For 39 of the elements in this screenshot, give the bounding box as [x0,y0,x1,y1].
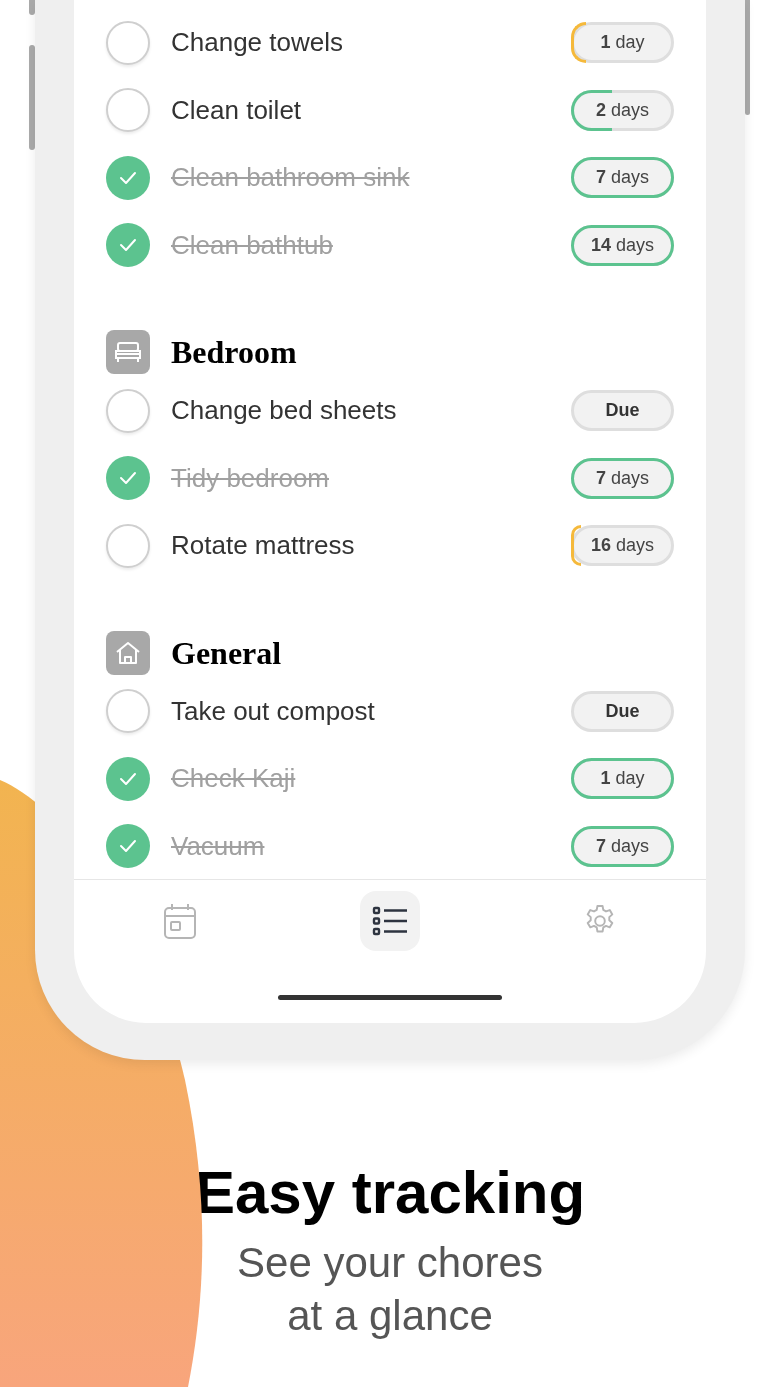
task-label: Clean toilet [171,93,303,127]
task-label: Vacuum [171,829,266,863]
checkbox[interactable] [106,689,150,734]
due-badge: 7 days [571,457,674,499]
task-label: Change bed sheets [171,394,398,428]
due-badge: 7 days [571,157,674,199]
checkbox[interactable] [106,756,150,801]
due-badge: 14 days [571,224,674,266]
due-badge: 1 day [571,758,674,800]
due-badge: 2 days [571,89,674,131]
due-badge: Due [571,690,674,732]
checkbox[interactable] [106,388,150,433]
task-label: Check Kaji [171,762,297,796]
task-label: Take out compost [171,694,376,728]
task-label: Tidy bedroom [171,461,330,495]
checkbox[interactable] [106,20,150,65]
subtitle: See your chores at a glance [236,1238,544,1341]
section-title: Bedroom [171,333,297,372]
task-label: Rotate mattress [171,529,356,563]
task-label: Clean bathtub [171,228,334,262]
checkbox[interactable] [106,155,150,200]
task-label: Change towels [171,26,344,60]
checkbox[interactable] [106,523,150,568]
bed-icon [106,330,150,374]
section-title: General [171,633,282,673]
calendar-icon [163,902,197,940]
checkbox[interactable] [106,824,150,869]
due-badge: Due [571,390,674,432]
due-badge: 16 days [571,525,674,567]
checkbox[interactable] [106,456,150,501]
task-label: Clean bathroom sink [171,161,411,195]
list-icon [372,906,408,936]
house-icon [106,630,150,675]
checkbox[interactable] [106,88,150,133]
due-badge: 1 day [571,22,674,64]
headline: Easy tracking [194,1158,586,1228]
tab-button[interactable] [360,891,420,951]
due-badge: 7 days [571,825,674,867]
checkbox[interactable] [106,223,150,268]
